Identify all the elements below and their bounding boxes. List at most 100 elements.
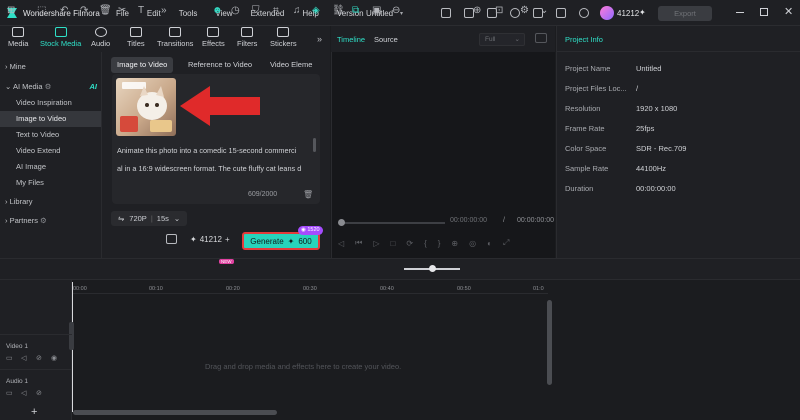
select-tool-icon[interactable]: ⬚ <box>37 5 46 17</box>
uploaded-image-thumbnail[interactable] <box>116 78 176 136</box>
track-area[interactable] <box>72 294 548 410</box>
quality-select[interactable]: Full ⌄ <box>479 33 525 46</box>
settings-icon: ⚙ <box>40 216 47 225</box>
snapshot-icon[interactable] <box>535 33 547 43</box>
tab-reference-to-video[interactable]: Reference to Video <box>182 57 258 73</box>
sidebar-mine-label: Mine <box>9 62 26 71</box>
redo-icon[interactable]: ↷ <box>80 5 88 17</box>
avatar[interactable] <box>600 6 614 20</box>
zoom-out-icon[interactable]: ⊖ <box>392 5 400 17</box>
chevron-down-icon[interactable]: ▾ <box>400 10 403 17</box>
sidebar-library[interactable]: › Library <box>5 197 33 206</box>
undo-icon[interactable]: ↶ <box>60 5 68 17</box>
generation-options[interactable]: ⇋ 720P | 15s ⌄ <box>111 211 188 226</box>
effects-icon <box>207 27 220 37</box>
add-credits-icon[interactable]: + <box>225 235 230 244</box>
lock-icon[interactable]: ⊘ <box>36 389 42 397</box>
tab-media[interactable]: Media <box>8 27 28 48</box>
tab-source[interactable]: Source <box>374 35 398 44</box>
sidebar-item-text-to-video[interactable]: Text to Video <box>0 127 101 143</box>
zoom-icon[interactable]: ⊕ <box>451 239 458 248</box>
expand-tabs-icon[interactable]: » <box>317 34 322 44</box>
tab-timeline[interactable]: Timeline <box>337 35 365 44</box>
sidebar-partners[interactable]: › Partners ⚙ <box>5 216 47 225</box>
sidebar-item-ai-image[interactable]: AI Image <box>0 159 101 175</box>
add-track-button[interactable]: + <box>31 406 37 418</box>
screen-icon[interactable]: ▣ <box>372 5 381 17</box>
sidebar-item-my-files[interactable]: My Files <box>0 175 101 191</box>
ai-face-icon[interactable]: ☻ <box>212 5 223 17</box>
sidebar-item-video-extend[interactable]: Video Extend <box>0 143 101 159</box>
lock-icon[interactable]: ⊘ <box>36 354 42 362</box>
zoom-slider-handle[interactable] <box>429 265 436 272</box>
tab-video-elements[interactable]: Video Eleme <box>264 57 318 73</box>
snap-icon[interactable]: ⧉ <box>352 5 359 17</box>
text-tool-icon[interactable]: T <box>138 5 144 17</box>
folder-icon[interactable]: ▭ <box>6 354 13 362</box>
prompt-scrollbar[interactable] <box>313 138 316 152</box>
sidebar-mine[interactable]: › Mine <box>5 62 26 71</box>
mark-out-icon[interactable]: } <box>438 239 441 248</box>
scrubber-handle[interactable] <box>338 219 345 226</box>
link-icon[interactable]: ⛓ <box>332 5 345 17</box>
tab-audio[interactable]: Audio <box>91 27 110 48</box>
chevron-down-icon[interactable]: ⌄ <box>540 5 548 17</box>
tab-filters[interactable]: Filters <box>237 27 257 48</box>
tab-effects[interactable]: Effects <box>202 27 225 48</box>
loop-icon[interactable]: ⟳ <box>406 239 413 248</box>
delete-icon[interactable]: 🗑 <box>99 5 112 17</box>
trash-icon[interactable]: 🗑 <box>303 190 313 199</box>
refresh-icon[interactable] <box>510 8 520 18</box>
preview-scrubber[interactable] <box>340 222 445 224</box>
ruler-tick: 00:50 <box>457 286 471 292</box>
tab-stock-media[interactable]: Stock Media <box>40 27 81 48</box>
mark-in-icon[interactable]: { <box>424 239 427 248</box>
marker-icon[interactable]: ◈ <box>312 5 320 17</box>
crop-icon[interactable]: ⌗ <box>273 5 279 17</box>
cloud-icon[interactable] <box>556 8 566 18</box>
prev-frame-icon[interactable]: ◁ <box>338 239 344 248</box>
vertical-scrollbar[interactable] <box>547 300 552 385</box>
chevron-down-icon: ⌄ <box>5 82 12 91</box>
close-icon[interactable]: ✕ <box>784 5 793 18</box>
play-icon[interactable]: ▷ <box>373 239 379 248</box>
camera-icon[interactable]: ◎ <box>469 239 476 248</box>
send-icon[interactable] <box>441 8 451 18</box>
coin-icon: ◉ <box>301 227 306 233</box>
headset-icon[interactable] <box>579 8 589 18</box>
ruler-tick: 00:40 <box>380 286 394 292</box>
cut-icon[interactable]: ✂ <box>118 5 126 17</box>
layout-grid-icon[interactable]: ⊞ <box>7 5 15 17</box>
horizontal-scrollbar[interactable] <box>73 410 277 415</box>
stop-icon[interactable]: □ <box>391 239 396 248</box>
sidebar-item-video-inspiration[interactable]: Video Inspiration <box>0 95 101 111</box>
zoom-in-icon[interactable]: ⊕ <box>473 5 481 17</box>
menu-tools[interactable]: Tools <box>179 9 198 18</box>
split-audio-icon[interactable]: ♫ <box>293 5 301 17</box>
shield-icon[interactable]: ⛉ <box>252 5 260 17</box>
sidebar-item-image-to-video[interactable]: Image to Video <box>0 111 101 127</box>
folder-icon[interactable]: ▭ <box>6 389 13 397</box>
speaker-icon[interactable]: ◁ <box>21 354 26 362</box>
menu-edit[interactable]: Edit <box>147 9 161 18</box>
ruler-tick: 00:20 <box>226 286 240 292</box>
minimize-icon[interactable] <box>736 12 744 13</box>
prompt-text[interactable]: Animate this photo into a comedic 15-sec… <box>117 142 312 178</box>
fullscreen-icon[interactable]: ⤢ <box>503 238 509 248</box>
tab-stickers[interactable]: Stickers <box>270 27 297 48</box>
fit-icon[interactable]: ⊡ <box>495 5 503 17</box>
more-tools-icon[interactable]: » <box>161 5 167 17</box>
sidebar-ai-media[interactable]: ⌄ AI Media ⚙ AI <box>5 82 97 91</box>
export-button[interactable]: Export <box>658 6 712 21</box>
eye-icon[interactable]: ◉ <box>51 354 57 362</box>
tab-titles[interactable]: Titles <box>127 27 145 48</box>
image-settings-icon[interactable] <box>166 234 177 244</box>
speaker-icon[interactable]: ◁ <box>21 389 26 397</box>
settings-icon[interactable]: ⚙ <box>520 5 529 17</box>
step-back-icon[interactable]: ⏮ <box>355 238 362 248</box>
tab-transitions[interactable]: Transitions <box>157 27 193 48</box>
tab-image-to-video[interactable]: Image to Video <box>111 57 174 73</box>
volume-icon[interactable]: ◐ <box>487 239 492 248</box>
speed-icon[interactable]: ◷ <box>231 5 240 17</box>
maximize-icon[interactable] <box>760 8 768 16</box>
